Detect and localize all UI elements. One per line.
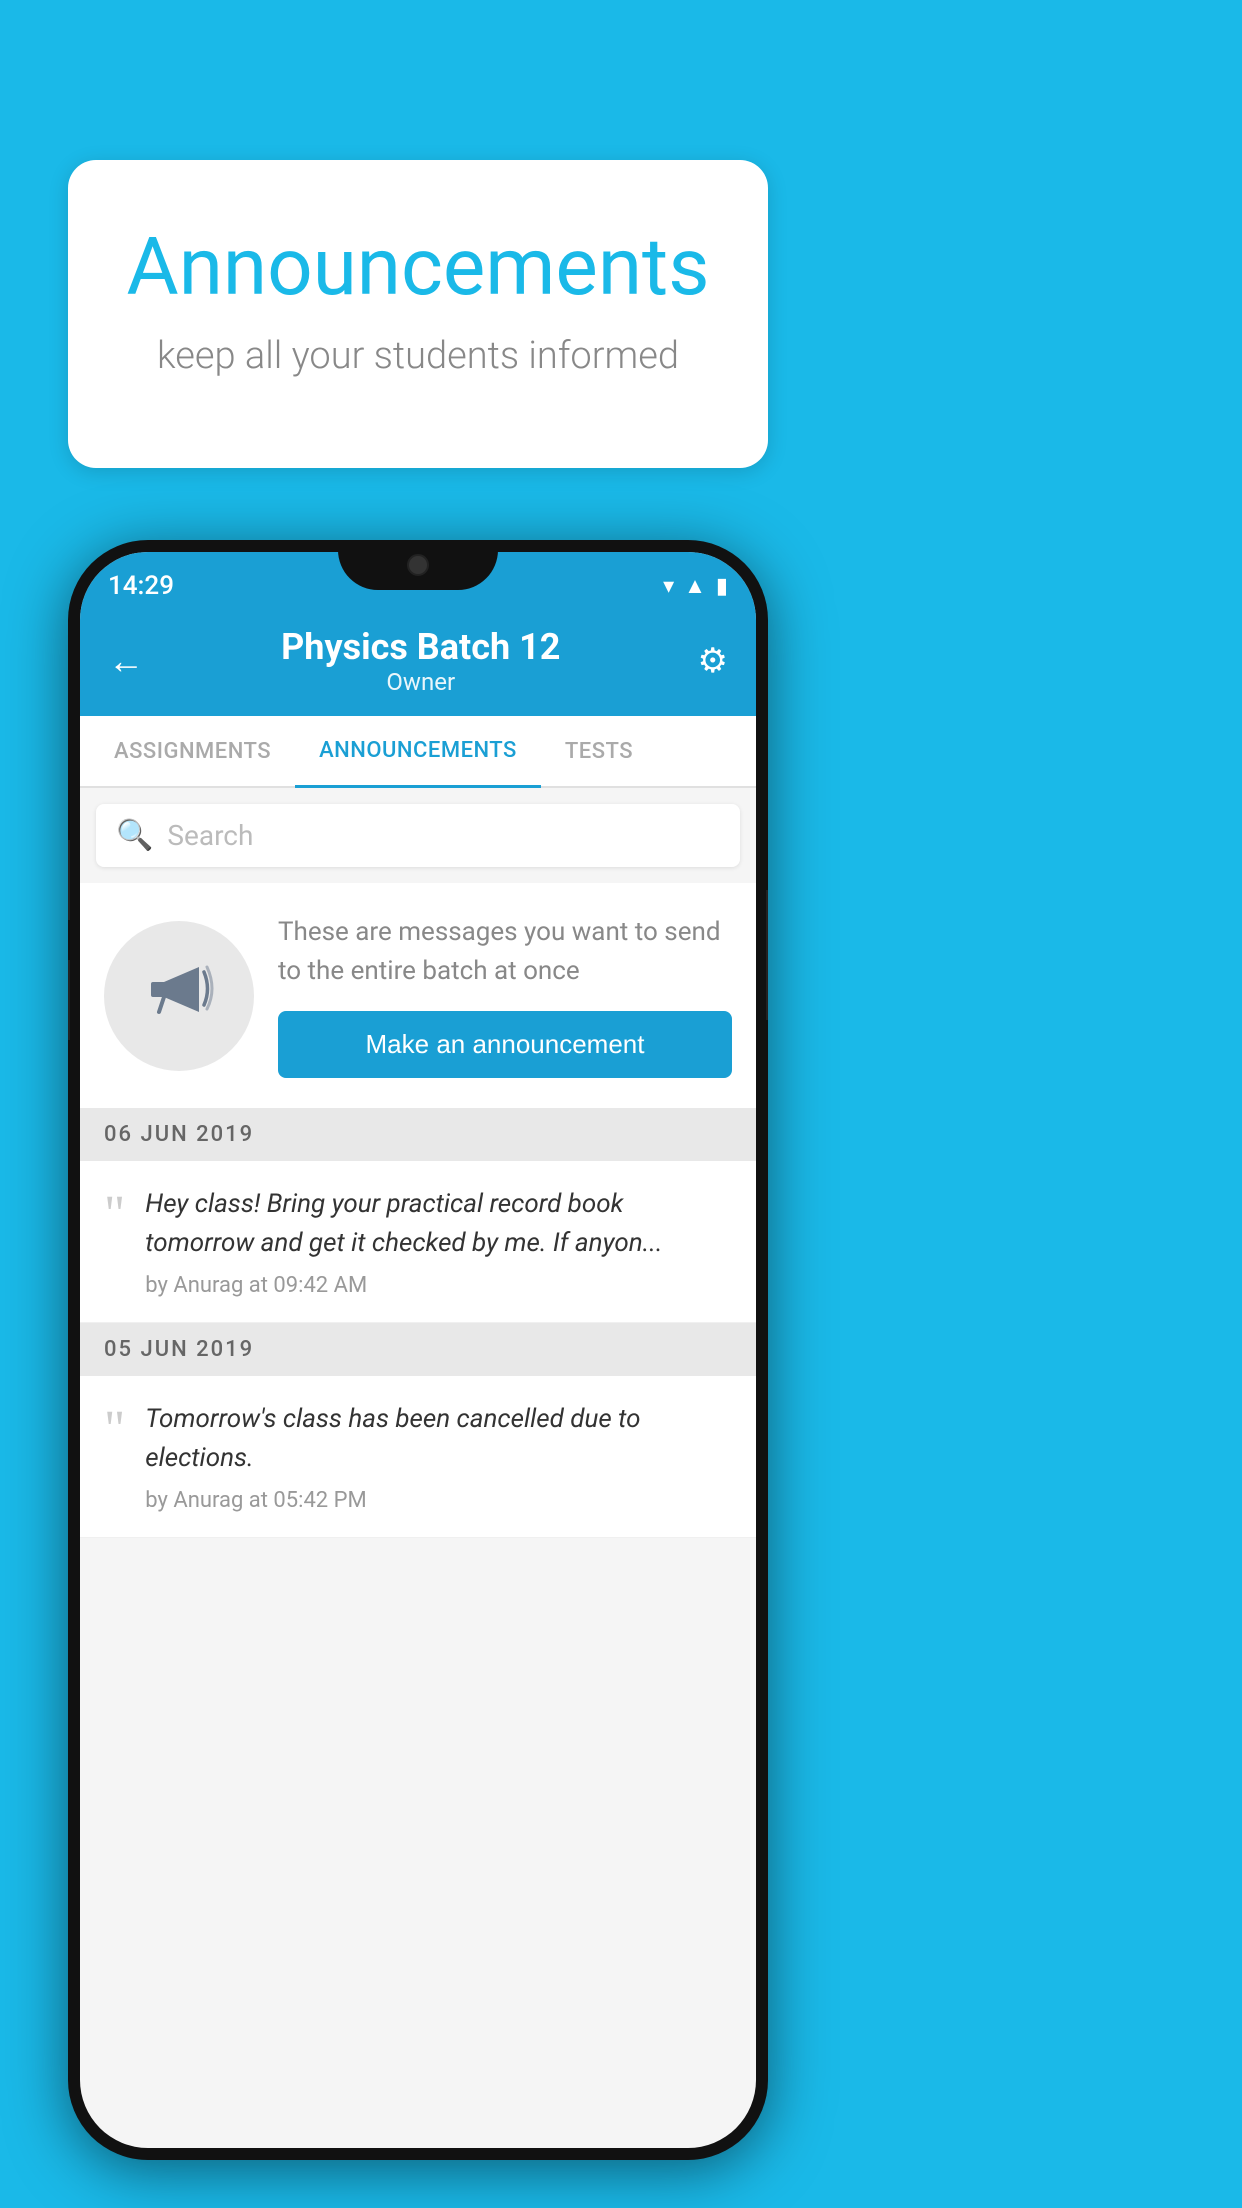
announcement-text-block-1: Hey class! Bring your practical record b… bbox=[145, 1185, 732, 1298]
app-header: ← Physics Batch 12 Owner ⚙ bbox=[80, 610, 756, 716]
search-placeholder: Search bbox=[167, 819, 253, 852]
search-icon: 🔍 bbox=[116, 818, 153, 853]
signal-icon: ▲ bbox=[684, 573, 706, 599]
tab-tests[interactable]: TESTS bbox=[541, 717, 657, 786]
settings-icon[interactable]: ⚙ bbox=[698, 641, 728, 681]
tab-assignments[interactable]: ASSIGNMENTS bbox=[90, 717, 295, 786]
announcement-message-2: Tomorrow's class has been cancelled due … bbox=[145, 1400, 732, 1478]
promo-icon-circle bbox=[104, 921, 254, 1071]
announcement-author-1: by Anurag at 09:42 AM bbox=[145, 1273, 732, 1298]
announcement-message-1: Hey class! Bring your practical record b… bbox=[145, 1185, 732, 1263]
speech-bubble: Announcements keep all your students inf… bbox=[68, 160, 768, 468]
header-title: Physics Batch 12 bbox=[144, 626, 698, 668]
bubble-subtitle: keep all your students informed bbox=[118, 334, 718, 378]
quote-icon-2: " bbox=[104, 1404, 125, 1456]
volume-down-button bbox=[68, 960, 70, 1040]
make-announcement-button[interactable]: Make an announcement bbox=[278, 1011, 732, 1078]
battery-icon: ▮ bbox=[716, 574, 728, 599]
date-separator-2: 05 JUN 2019 bbox=[80, 1323, 756, 1376]
phone-notch bbox=[338, 540, 498, 590]
status-time: 14:29 bbox=[108, 571, 174, 601]
screen-content: 🔍 Search bbox=[80, 788, 756, 1538]
announcement-text-block-2: Tomorrow's class has been cancelled due … bbox=[145, 1400, 732, 1513]
power-button bbox=[766, 890, 768, 1020]
search-bar[interactable]: 🔍 Search bbox=[96, 804, 740, 867]
date-separator-1: 06 JUN 2019 bbox=[80, 1108, 756, 1161]
tab-announcements[interactable]: ANNOUNCEMENTS bbox=[295, 716, 541, 788]
bubble-title: Announcements bbox=[118, 220, 718, 314]
front-camera bbox=[407, 554, 429, 576]
announcement-item-1: " Hey class! Bring your practical record… bbox=[80, 1161, 756, 1323]
status-icons: ▾ ▲ ▮ bbox=[663, 573, 728, 599]
announcement-item-2: " Tomorrow's class has been cancelled du… bbox=[80, 1376, 756, 1538]
megaphone-icon bbox=[139, 947, 219, 1045]
header-subtitle: Owner bbox=[144, 668, 698, 696]
announcement-author-2: by Anurag at 05:42 PM bbox=[145, 1488, 732, 1513]
tabs-bar: ASSIGNMENTS ANNOUNCEMENTS TESTS bbox=[80, 716, 756, 788]
wifi-icon: ▾ bbox=[663, 574, 674, 599]
header-center: Physics Batch 12 Owner bbox=[144, 626, 698, 696]
promo-right: These are messages you want to send to t… bbox=[278, 913, 732, 1078]
volume-up-button bbox=[68, 840, 70, 920]
announcement-promo: These are messages you want to send to t… bbox=[80, 883, 756, 1108]
phone-screen: 14:29 ▾ ▲ ▮ ← Physics Batch 12 Owner ⚙ A… bbox=[80, 552, 756, 2148]
quote-icon-1: " bbox=[104, 1189, 125, 1241]
back-button[interactable]: ← bbox=[108, 640, 144, 682]
promo-description: These are messages you want to send to t… bbox=[278, 913, 732, 991]
speech-bubble-wrapper: Announcements keep all your students inf… bbox=[68, 160, 768, 468]
phone-frame: 14:29 ▾ ▲ ▮ ← Physics Batch 12 Owner ⚙ A… bbox=[68, 540, 768, 2160]
